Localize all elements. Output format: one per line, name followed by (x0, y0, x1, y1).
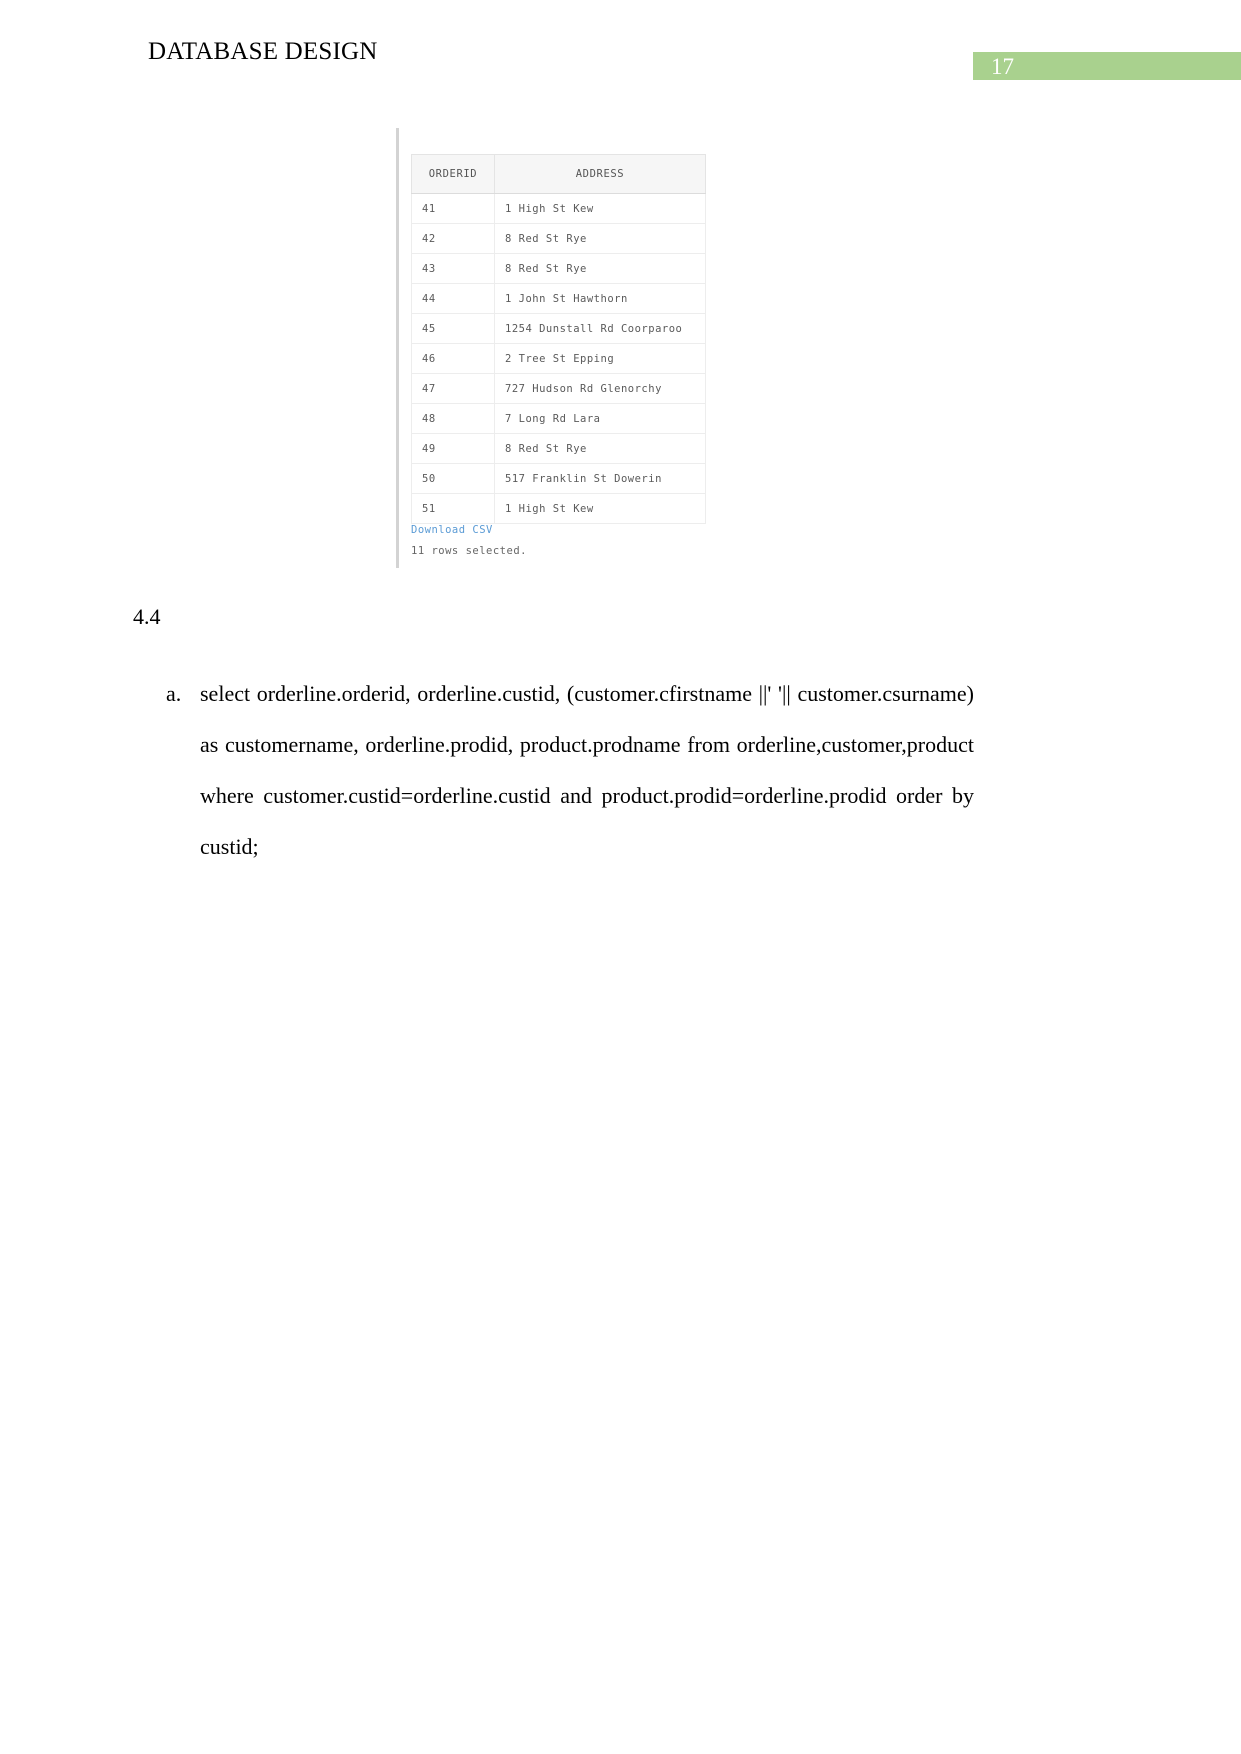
cell-orderid: 49 (411, 433, 495, 464)
cell-address: 8 Red St Rye (494, 223, 706, 254)
page-number-badge: 17 (973, 52, 1241, 80)
download-csv-link[interactable]: Download CSV (411, 524, 493, 536)
list-item: a. select orderline.orderid, orderline.c… (166, 668, 974, 923)
cell-address: 727 Hudson Rd Glenorchy (494, 373, 706, 404)
cell-orderid: 41 (411, 193, 495, 224)
cell-address: 2 Tree St Epping (494, 343, 706, 374)
table-row: 46 2 Tree St Epping (411, 343, 706, 374)
column-header-orderid[interactable]: ORDERID (411, 154, 495, 194)
table-row: 43 8 Red St Rye (411, 253, 706, 284)
figure-left-rule (396, 128, 399, 568)
table-header-row: ORDERID ADDRESS (411, 154, 706, 194)
table-row: 44 1 John St Hawthorn (411, 283, 706, 314)
list-item-marker: a. (166, 681, 182, 706)
cell-orderid: 43 (411, 253, 495, 284)
cell-address: 1 High St Kew (494, 493, 706, 524)
sql-answer-text: select orderline.orderid, orderline.cust… (200, 681, 974, 859)
table-row: 47 727 Hudson Rd Glenorchy (411, 373, 706, 404)
table-body: 41 1 High St Kew 42 8 Red St Rye 43 8 Re… (411, 193, 706, 524)
cell-address: 7 Long Rd Lara (494, 403, 706, 434)
cell-orderid: 47 (411, 373, 495, 404)
column-header-address[interactable]: ADDRESS (494, 154, 706, 194)
table-row: 42 8 Red St Rye (411, 223, 706, 254)
table-row: 51 1 High St Kew (411, 493, 706, 524)
document-page: DATABASE DESIGN 17 ORDERID ADDRESS 41 1 … (0, 0, 1241, 1754)
cell-address: 1254 Dunstall Rd Coorparoo (494, 313, 706, 344)
cell-orderid: 51 (411, 493, 495, 524)
cell-orderid: 50 (411, 463, 495, 494)
table-row: 48 7 Long Rd Lara (411, 403, 706, 434)
query-result-table: ORDERID ADDRESS 41 1 High St Kew 42 8 Re… (411, 154, 706, 524)
cell-address: 8 Red St Rye (494, 433, 706, 464)
cell-orderid: 44 (411, 283, 495, 314)
cell-orderid: 48 (411, 403, 495, 434)
sql-result-figure: ORDERID ADDRESS 41 1 High St Kew 42 8 Re… (396, 128, 716, 568)
table-row: 41 1 High St Kew (411, 193, 706, 224)
table-row: 50 517 Franklin St Dowerin (411, 463, 706, 494)
rows-selected-status: 11 rows selected. (411, 545, 527, 557)
cell-address: 517 Franklin St Dowerin (494, 463, 706, 494)
page-title: DATABASE DESIGN (148, 38, 378, 65)
table-row: 45 1254 Dunstall Rd Coorparoo (411, 313, 706, 344)
cell-orderid: 45 (411, 313, 495, 344)
cell-address: 8 Red St Rye (494, 253, 706, 284)
cell-address: 1 High St Kew (494, 193, 706, 224)
section-number: 4.4 (133, 604, 161, 629)
answer-list: a. select orderline.orderid, orderline.c… (166, 668, 974, 923)
table-row: 49 8 Red St Rye (411, 433, 706, 464)
cell-orderid: 46 (411, 343, 495, 374)
cell-orderid: 42 (411, 223, 495, 254)
cell-address: 1 John St Hawthorn (494, 283, 706, 314)
page-number: 17 (991, 54, 1014, 79)
